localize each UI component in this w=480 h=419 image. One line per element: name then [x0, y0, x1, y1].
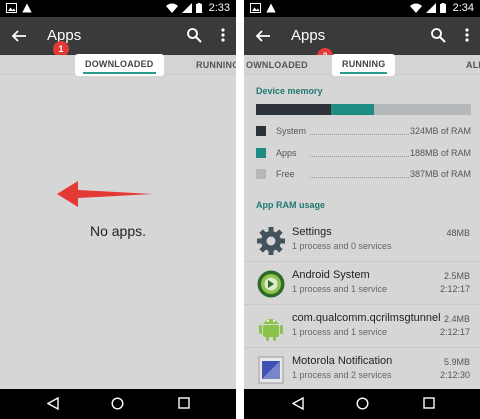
process-name: Android System: [292, 269, 370, 281]
process-uptime: 2:12:17: [439, 284, 470, 294]
page-title: Apps: [291, 27, 326, 44]
search-icon[interactable]: [186, 27, 202, 43]
android-robot-icon: [259, 319, 283, 341]
memory-bar-free: [374, 104, 471, 115]
nav-back-icon[interactable]: [47, 397, 59, 410]
memory-bar-system: [256, 104, 332, 115]
legend-label: Free: [276, 169, 295, 179]
overflow-menu-icon[interactable]: [220, 27, 226, 43]
tab-running[interactable]: RUNNING: [332, 54, 396, 76]
process-name: Motorola Notification: [292, 355, 393, 367]
overflow-menu-icon[interactable]: [464, 27, 470, 43]
status-bar: 2:34: [244, 0, 480, 17]
memory-bar-apps: [331, 104, 375, 115]
settings-gear-icon: [257, 227, 285, 255]
process-uptime: 2:12:30: [439, 370, 470, 380]
legend-value: 324MB of RAM: [409, 126, 471, 136]
nav-recents-icon[interactable]: [423, 397, 435, 409]
nav-recents-icon[interactable]: [178, 397, 190, 409]
process-item-settings[interactable]: Settings 1 process and 0 services 48MB: [244, 220, 480, 262]
process-detail: 1 process and 0 services: [292, 241, 392, 251]
right-screenshot: 2:34 Apps 2 OWNLOADED RUNNING ALL Device…: [244, 0, 480, 419]
battery-icon: [440, 3, 446, 13]
process-size: 5.9MB: [443, 357, 470, 367]
notification-icons: [6, 3, 32, 13]
notification-icons: [250, 3, 276, 13]
memory-legend-system: System 324MB of RAM: [256, 124, 471, 138]
tab-downloaded[interactable]: DOWNLOADED: [75, 54, 164, 76]
process-detail: 1 process and 1 service: [292, 327, 388, 337]
image-notification-icon: [6, 3, 17, 13]
status-clock: 2:33: [208, 2, 230, 14]
system-status-icons: [166, 3, 202, 13]
process-size: 2.4MB: [443, 314, 470, 324]
legend-label: Apps: [276, 148, 297, 158]
legend-leader: [310, 156, 409, 157]
empty-state-text: No apps.: [89, 223, 147, 239]
process-detail: 1 process and 2 services: [292, 370, 392, 380]
memory-legend-free: Free 387MB of RAM: [256, 167, 471, 181]
search-icon[interactable]: [430, 27, 446, 43]
status-clock: 2:34: [452, 2, 474, 14]
navigation-bar: [0, 389, 236, 419]
warning-icon: [22, 3, 32, 13]
nav-home-icon[interactable]: [111, 397, 124, 410]
wifi-icon: [166, 3, 178, 13]
legend-value: 387MB of RAM: [409, 169, 471, 179]
image-notification-icon: [250, 3, 261, 13]
tab-bar: DOWNLOADED RUNNING: [0, 54, 236, 76]
battery-icon: [196, 3, 202, 13]
legend-leader: [310, 177, 409, 178]
tab-indicator: [83, 72, 156, 74]
signal-icon: [182, 3, 192, 13]
navigation-bar: [244, 389, 480, 419]
swipe-arrow-icon: [57, 181, 153, 207]
tab-label: RUNNING: [342, 59, 386, 69]
nav-back-icon[interactable]: [292, 397, 304, 410]
process-name: com.qualcomm.qcrilmsgtunnel: [292, 312, 441, 324]
tab-bar: OWNLOADED RUNNING ALL: [244, 54, 480, 76]
app-bar: Apps: [0, 17, 236, 55]
legend-value: 188MB of RAM: [409, 148, 471, 158]
app-ram-usage-heading: App RAM usage: [256, 200, 326, 210]
warning-icon: [266, 3, 276, 13]
memory-usage-bar: [256, 104, 471, 115]
back-arrow-icon[interactable]: [255, 28, 271, 44]
process-item-android-system[interactable]: Android System 1 process and 1 service 2…: [244, 263, 480, 305]
wifi-icon: [410, 3, 422, 13]
legend-swatch: [256, 148, 266, 158]
legend-swatch: [256, 169, 266, 179]
process-size: 2.5MB: [443, 271, 470, 281]
tab-indicator: [340, 72, 388, 74]
process-uptime: 2:12:17: [439, 327, 470, 337]
nav-home-icon[interactable]: [356, 397, 369, 410]
android-system-icon: [257, 270, 285, 298]
process-item-qcrilmsgtunnel[interactable]: com.qualcomm.qcrilmsgtunnel 1 process an…: [244, 306, 480, 348]
memory-legend-apps: Apps 188MB of RAM: [256, 146, 471, 160]
motorola-notification-icon: [258, 356, 284, 384]
app-bar: Apps: [244, 17, 480, 55]
legend-leader: [310, 134, 409, 135]
process-name: Settings: [292, 226, 332, 238]
system-status-icons: [410, 3, 446, 13]
signal-icon: [426, 3, 436, 13]
device-memory-heading: Device memory: [256, 86, 323, 96]
tab-running[interactable]: RUNNING: [196, 60, 236, 70]
tab-label: DOWNLOADED: [85, 59, 154, 69]
tab-all[interactable]: ALL: [466, 60, 480, 70]
process-detail: 1 process and 1 service: [292, 284, 388, 294]
legend-label: System: [276, 126, 307, 136]
status-bar: 2:33: [0, 0, 236, 17]
tab-downloaded[interactable]: OWNLOADED: [246, 60, 308, 70]
left-screenshot: 2:33 Apps 1 DOWNLOADED RUNNING No apps.: [0, 0, 236, 419]
back-arrow-icon[interactable]: [11, 28, 27, 44]
process-size: 48MB: [446, 228, 470, 238]
process-item-motorola-notification[interactable]: Motorola Notification 1 process and 2 se…: [244, 349, 480, 391]
legend-swatch: [256, 126, 266, 136]
